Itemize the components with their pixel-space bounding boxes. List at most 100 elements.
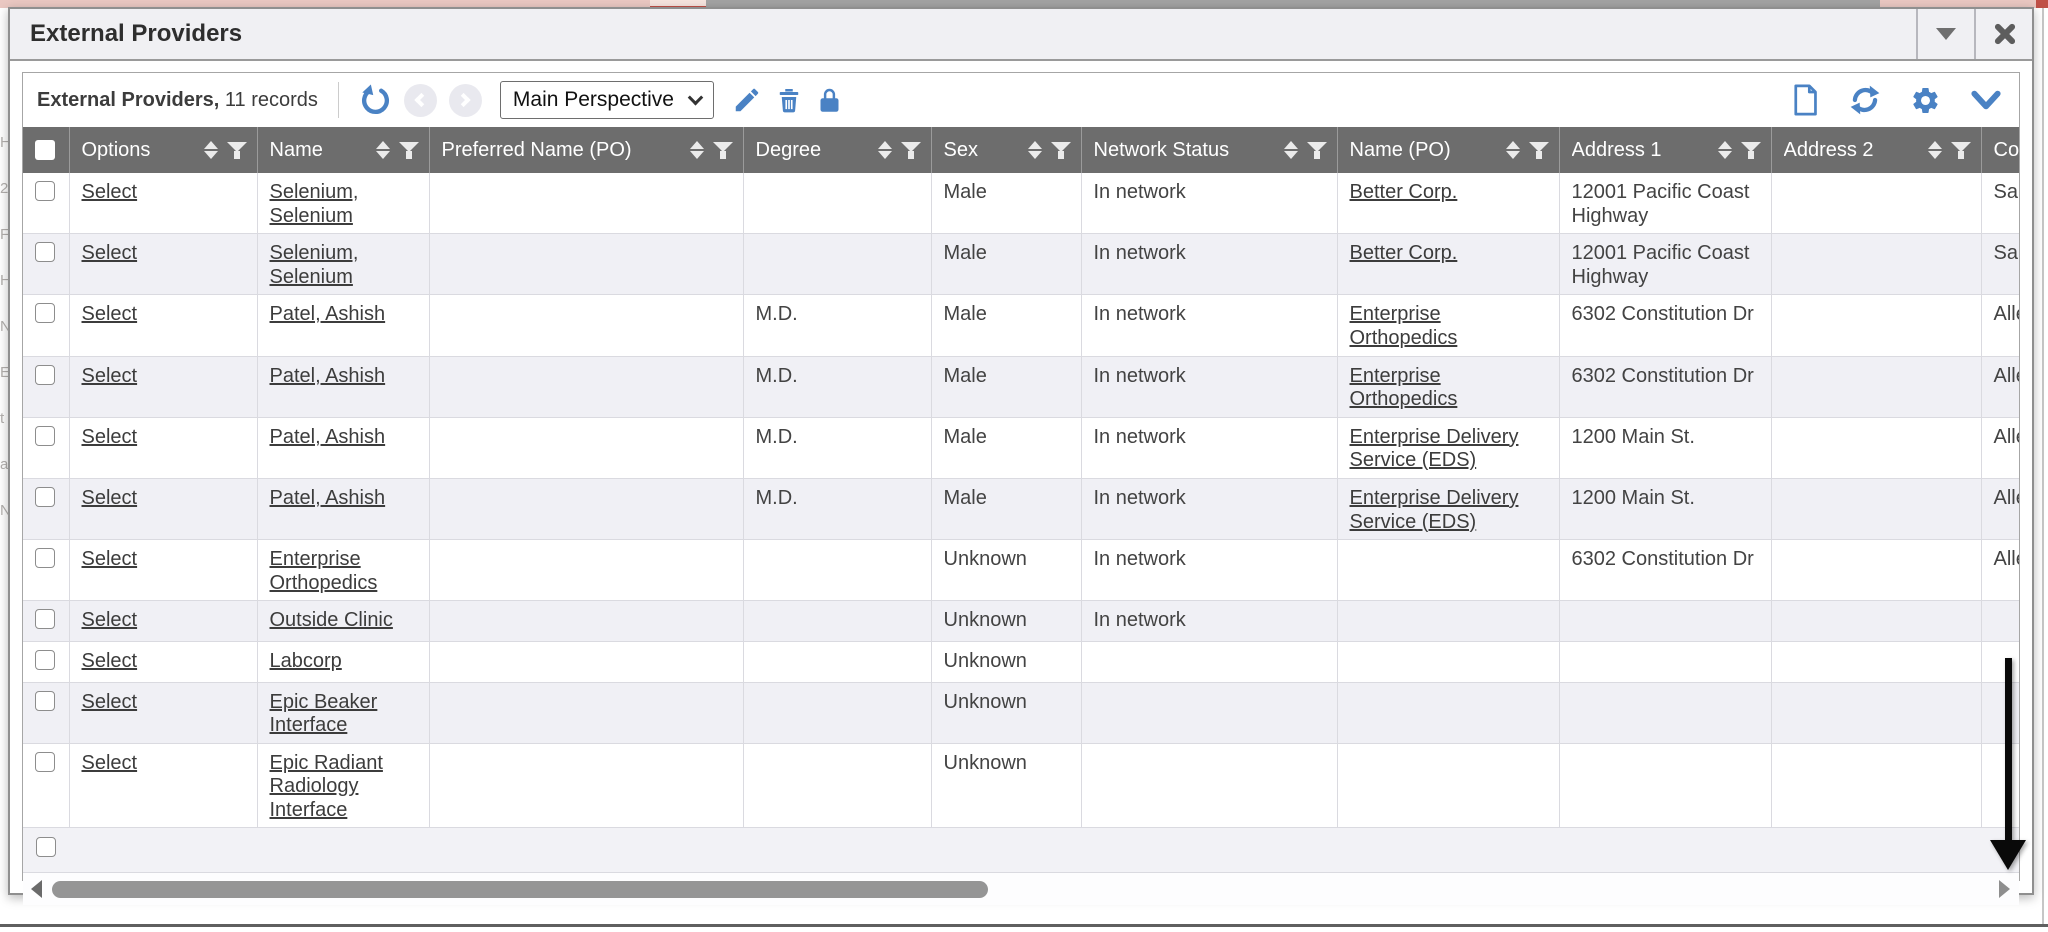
name_po-link[interactable]: Better Corp. bbox=[1350, 181, 1458, 203]
lock-perspective-button[interactable] bbox=[816, 87, 843, 114]
collapse-toolbar-button[interactable] bbox=[1969, 86, 2003, 114]
name-link[interactable]: Labcorp bbox=[270, 650, 342, 672]
select-link[interactable]: Select bbox=[82, 609, 138, 631]
cell-address2 bbox=[1771, 682, 1981, 743]
filter-funnel-icon[interactable] bbox=[1307, 142, 1327, 159]
refresh-button[interactable] bbox=[1848, 83, 1882, 117]
filter-funnel-icon[interactable] bbox=[1951, 142, 1971, 159]
select-link[interactable]: Select bbox=[82, 752, 138, 774]
filter-funnel-icon[interactable] bbox=[713, 142, 733, 159]
sort-icon[interactable] bbox=[690, 141, 704, 159]
column-header-degree[interactable]: Degree bbox=[743, 127, 931, 173]
select-link[interactable]: Select bbox=[82, 548, 138, 570]
filter-funnel-icon[interactable] bbox=[1529, 142, 1549, 159]
column-header-icons bbox=[690, 141, 733, 159]
sort-icon[interactable] bbox=[376, 141, 390, 159]
row-checkbox[interactable] bbox=[35, 691, 55, 711]
filter-funnel-icon[interactable] bbox=[399, 142, 419, 159]
table-row: SelectSelenium, SeleniumMaleIn networkBe… bbox=[23, 173, 2019, 234]
row-checkbox[interactable] bbox=[35, 365, 55, 385]
row-checkbox[interactable] bbox=[35, 303, 55, 323]
name_po-link[interactable]: Enterprise Delivery Service (EDS) bbox=[1350, 426, 1519, 472]
filter-funnel-icon[interactable] bbox=[1051, 142, 1071, 159]
sort-icon[interactable] bbox=[878, 141, 892, 159]
sort-icon[interactable] bbox=[1928, 141, 1942, 159]
perspective-select[interactable]: Main Perspective bbox=[500, 81, 714, 119]
delete-perspective-button[interactable] bbox=[774, 85, 804, 115]
name_po-link[interactable]: Enterprise Orthopedics bbox=[1350, 303, 1458, 349]
select-link[interactable]: Select bbox=[82, 365, 138, 387]
name-link[interactable]: Selenium, Selenium bbox=[270, 181, 359, 227]
column-label: Name bbox=[270, 139, 323, 162]
name_po-link[interactable]: Enterprise Orthopedics bbox=[1350, 365, 1458, 411]
row-checkbox[interactable] bbox=[35, 181, 55, 201]
sort-icon[interactable] bbox=[1506, 141, 1520, 159]
next-button[interactable] bbox=[449, 84, 482, 117]
column-label: Preferred Name (PO) bbox=[442, 139, 632, 162]
new-record-button[interactable] bbox=[1790, 84, 1820, 116]
column-header-address1[interactable]: Address 1 bbox=[1559, 127, 1771, 173]
filter-funnel-icon[interactable] bbox=[227, 142, 247, 159]
column-header-sex[interactable]: Sex bbox=[931, 127, 1081, 173]
sort-icon[interactable] bbox=[204, 141, 218, 159]
select-link[interactable]: Select bbox=[82, 426, 138, 448]
column-header-inner: Sex bbox=[944, 139, 1071, 162]
cell-options: Select bbox=[69, 478, 257, 539]
column-header-name_po[interactable]: Name (PO) bbox=[1337, 127, 1559, 173]
name-link[interactable]: Epic Radiant Radiology Interface bbox=[270, 752, 383, 821]
row-checkbox[interactable] bbox=[35, 752, 55, 772]
filter-funnel-icon[interactable] bbox=[901, 142, 921, 159]
undo-button[interactable] bbox=[359, 84, 392, 117]
scrollbar-thumb[interactable] bbox=[52, 881, 988, 898]
row-checkbox[interactable] bbox=[35, 426, 55, 446]
edit-perspective-button[interactable] bbox=[732, 85, 762, 115]
settings-gear-icon bbox=[1910, 85, 1941, 116]
cell-options: Select bbox=[69, 641, 257, 682]
select-link[interactable]: Select bbox=[82, 242, 138, 264]
name_po-link[interactable]: Better Corp. bbox=[1350, 242, 1458, 264]
column-header-name[interactable]: Name bbox=[257, 127, 429, 173]
cell-name: Enterprise Orthopedics bbox=[257, 540, 429, 601]
name-link[interactable]: Outside Clinic bbox=[270, 609, 393, 631]
sort-icon[interactable] bbox=[1028, 141, 1042, 159]
scrollbar-left-arrow-icon[interactable] bbox=[31, 880, 42, 898]
name-link[interactable]: Patel, Ashish bbox=[270, 303, 386, 325]
column-header-network_status[interactable]: Network Status bbox=[1081, 127, 1337, 173]
column-header-address2[interactable]: Address 2 bbox=[1771, 127, 1981, 173]
name-link[interactable]: Enterprise Orthopedics bbox=[270, 548, 378, 594]
cell-name_po bbox=[1337, 743, 1559, 828]
select-link[interactable]: Select bbox=[82, 487, 138, 509]
cell-preferred_name bbox=[429, 234, 743, 295]
close-button[interactable] bbox=[1974, 9, 2032, 59]
previous-button[interactable] bbox=[404, 84, 437, 117]
column-header-preferred_name[interactable]: Preferred Name (PO) bbox=[429, 127, 743, 173]
row-checkbox[interactable] bbox=[35, 242, 55, 262]
row-checkbox[interactable] bbox=[35, 548, 55, 568]
name-link[interactable]: Patel, Ashish bbox=[270, 365, 386, 387]
name_po-link[interactable]: Enterprise Delivery Service (EDS) bbox=[1350, 487, 1519, 533]
select-link[interactable]: Select bbox=[82, 691, 138, 713]
name-link[interactable]: Epic Beaker Interface bbox=[270, 691, 378, 737]
select-all-checkbox[interactable] bbox=[35, 140, 55, 160]
row-checkbox[interactable] bbox=[35, 487, 55, 507]
column-header-options[interactable]: Options bbox=[69, 127, 257, 173]
filter-funnel-icon[interactable] bbox=[1741, 142, 1761, 159]
name-link[interactable]: Patel, Ashish bbox=[270, 487, 386, 509]
scrollbar-right-arrow-icon[interactable] bbox=[1999, 880, 2010, 898]
minimize-button[interactable] bbox=[1916, 9, 1974, 59]
name-link[interactable]: Patel, Ashish bbox=[270, 426, 386, 448]
sort-icon[interactable] bbox=[1718, 141, 1732, 159]
new-entry-row bbox=[23, 828, 2019, 873]
column-header-county[interactable]: County bbox=[1981, 127, 2019, 173]
select-link[interactable]: Select bbox=[82, 181, 138, 203]
cell-options: Select bbox=[69, 234, 257, 295]
sort-icon[interactable] bbox=[1284, 141, 1298, 159]
row-checkbox[interactable] bbox=[35, 650, 55, 670]
select-link[interactable]: Select bbox=[82, 303, 138, 325]
row-checkbox[interactable] bbox=[35, 609, 55, 629]
new-row-checkbox[interactable] bbox=[36, 837, 56, 857]
select-link[interactable]: Select bbox=[82, 650, 138, 672]
cell-preferred_name bbox=[429, 601, 743, 642]
settings-button[interactable] bbox=[1910, 85, 1941, 116]
name-link[interactable]: Selenium, Selenium bbox=[270, 242, 359, 288]
